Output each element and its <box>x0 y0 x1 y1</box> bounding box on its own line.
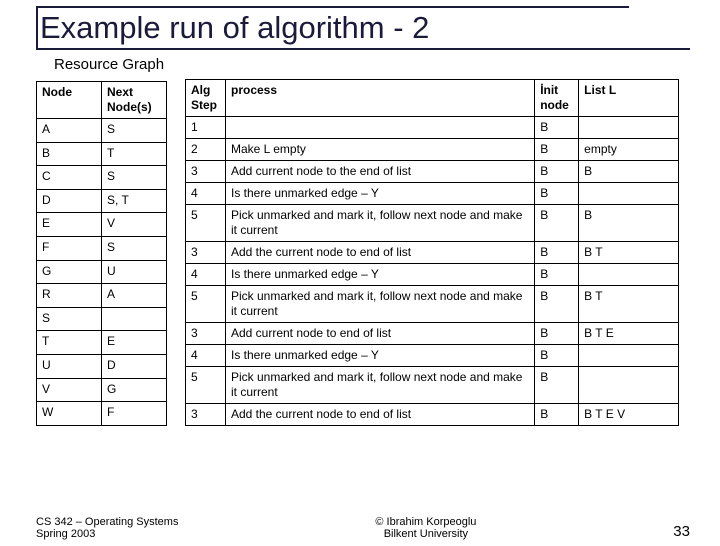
table-row: 5Pick unmarked and mark it, follow next … <box>186 286 679 323</box>
footer-author: © Ibrahim Korpeoglu <box>375 516 476 528</box>
table-row: CS <box>37 166 167 190</box>
table-row: 3Add the current node to end of listBB T <box>186 242 679 264</box>
table-row: UD <box>37 355 167 379</box>
table-row: RA <box>37 284 167 308</box>
footer-org: Bilkent University <box>375 528 476 540</box>
table-row: VG <box>37 378 167 402</box>
table-header: Next Node(s) <box>102 82 167 119</box>
table-row: DS, T <box>37 189 167 213</box>
table-header: List L <box>579 80 679 117</box>
table-row: 4Is there unmarked edge – YB <box>186 264 679 286</box>
table-header: process <box>225 80 534 117</box>
table-header: Alg Step <box>186 80 226 117</box>
table-row: 4Is there unmarked edge – YB <box>186 183 679 205</box>
algorithm-table: Alg Stepprocessİnit nodeList L 1B2Make L… <box>185 79 679 426</box>
table-row: AS <box>37 119 167 143</box>
footer: CS 342 – Operating Systems Spring 2003 ©… <box>36 516 690 540</box>
table-row: 4Is there unmarked edge – YB <box>186 345 679 367</box>
table-header: Node <box>37 82 102 119</box>
table-row: EV <box>37 213 167 237</box>
table-row: 3Add current node to end of listBB T E <box>186 323 679 345</box>
table-row: WF <box>37 402 167 426</box>
table-row: FS <box>37 237 167 261</box>
slide-number: 33 <box>673 523 690 540</box>
footer-course: CS 342 – Operating Systems <box>36 516 178 528</box>
table-row: 3Add the current node to end of listBB T… <box>186 404 679 426</box>
table-row: 5Pick unmarked and mark it, follow next … <box>186 367 679 404</box>
table-row: GU <box>37 260 167 284</box>
table-row: 3Add current node to the end of listBB <box>186 161 679 183</box>
footer-term: Spring 2003 <box>36 528 178 540</box>
table-header: İnit node <box>535 80 579 117</box>
table-row: 1B <box>186 117 679 139</box>
slide-title: Example run of algorithm - 2 <box>36 6 629 48</box>
table-row: S <box>37 307 167 331</box>
subtitle: Resource Graph <box>54 56 690 73</box>
table-row: BT <box>37 142 167 166</box>
table-row: 5Pick unmarked and mark it, follow next … <box>186 205 679 242</box>
table-row: TE <box>37 331 167 355</box>
table-row: 2Make L emptyBempty <box>186 139 679 161</box>
resource-graph-table: NodeNext Node(s) ASBTCSDS, TEVFSGURASTEU… <box>36 81 167 426</box>
